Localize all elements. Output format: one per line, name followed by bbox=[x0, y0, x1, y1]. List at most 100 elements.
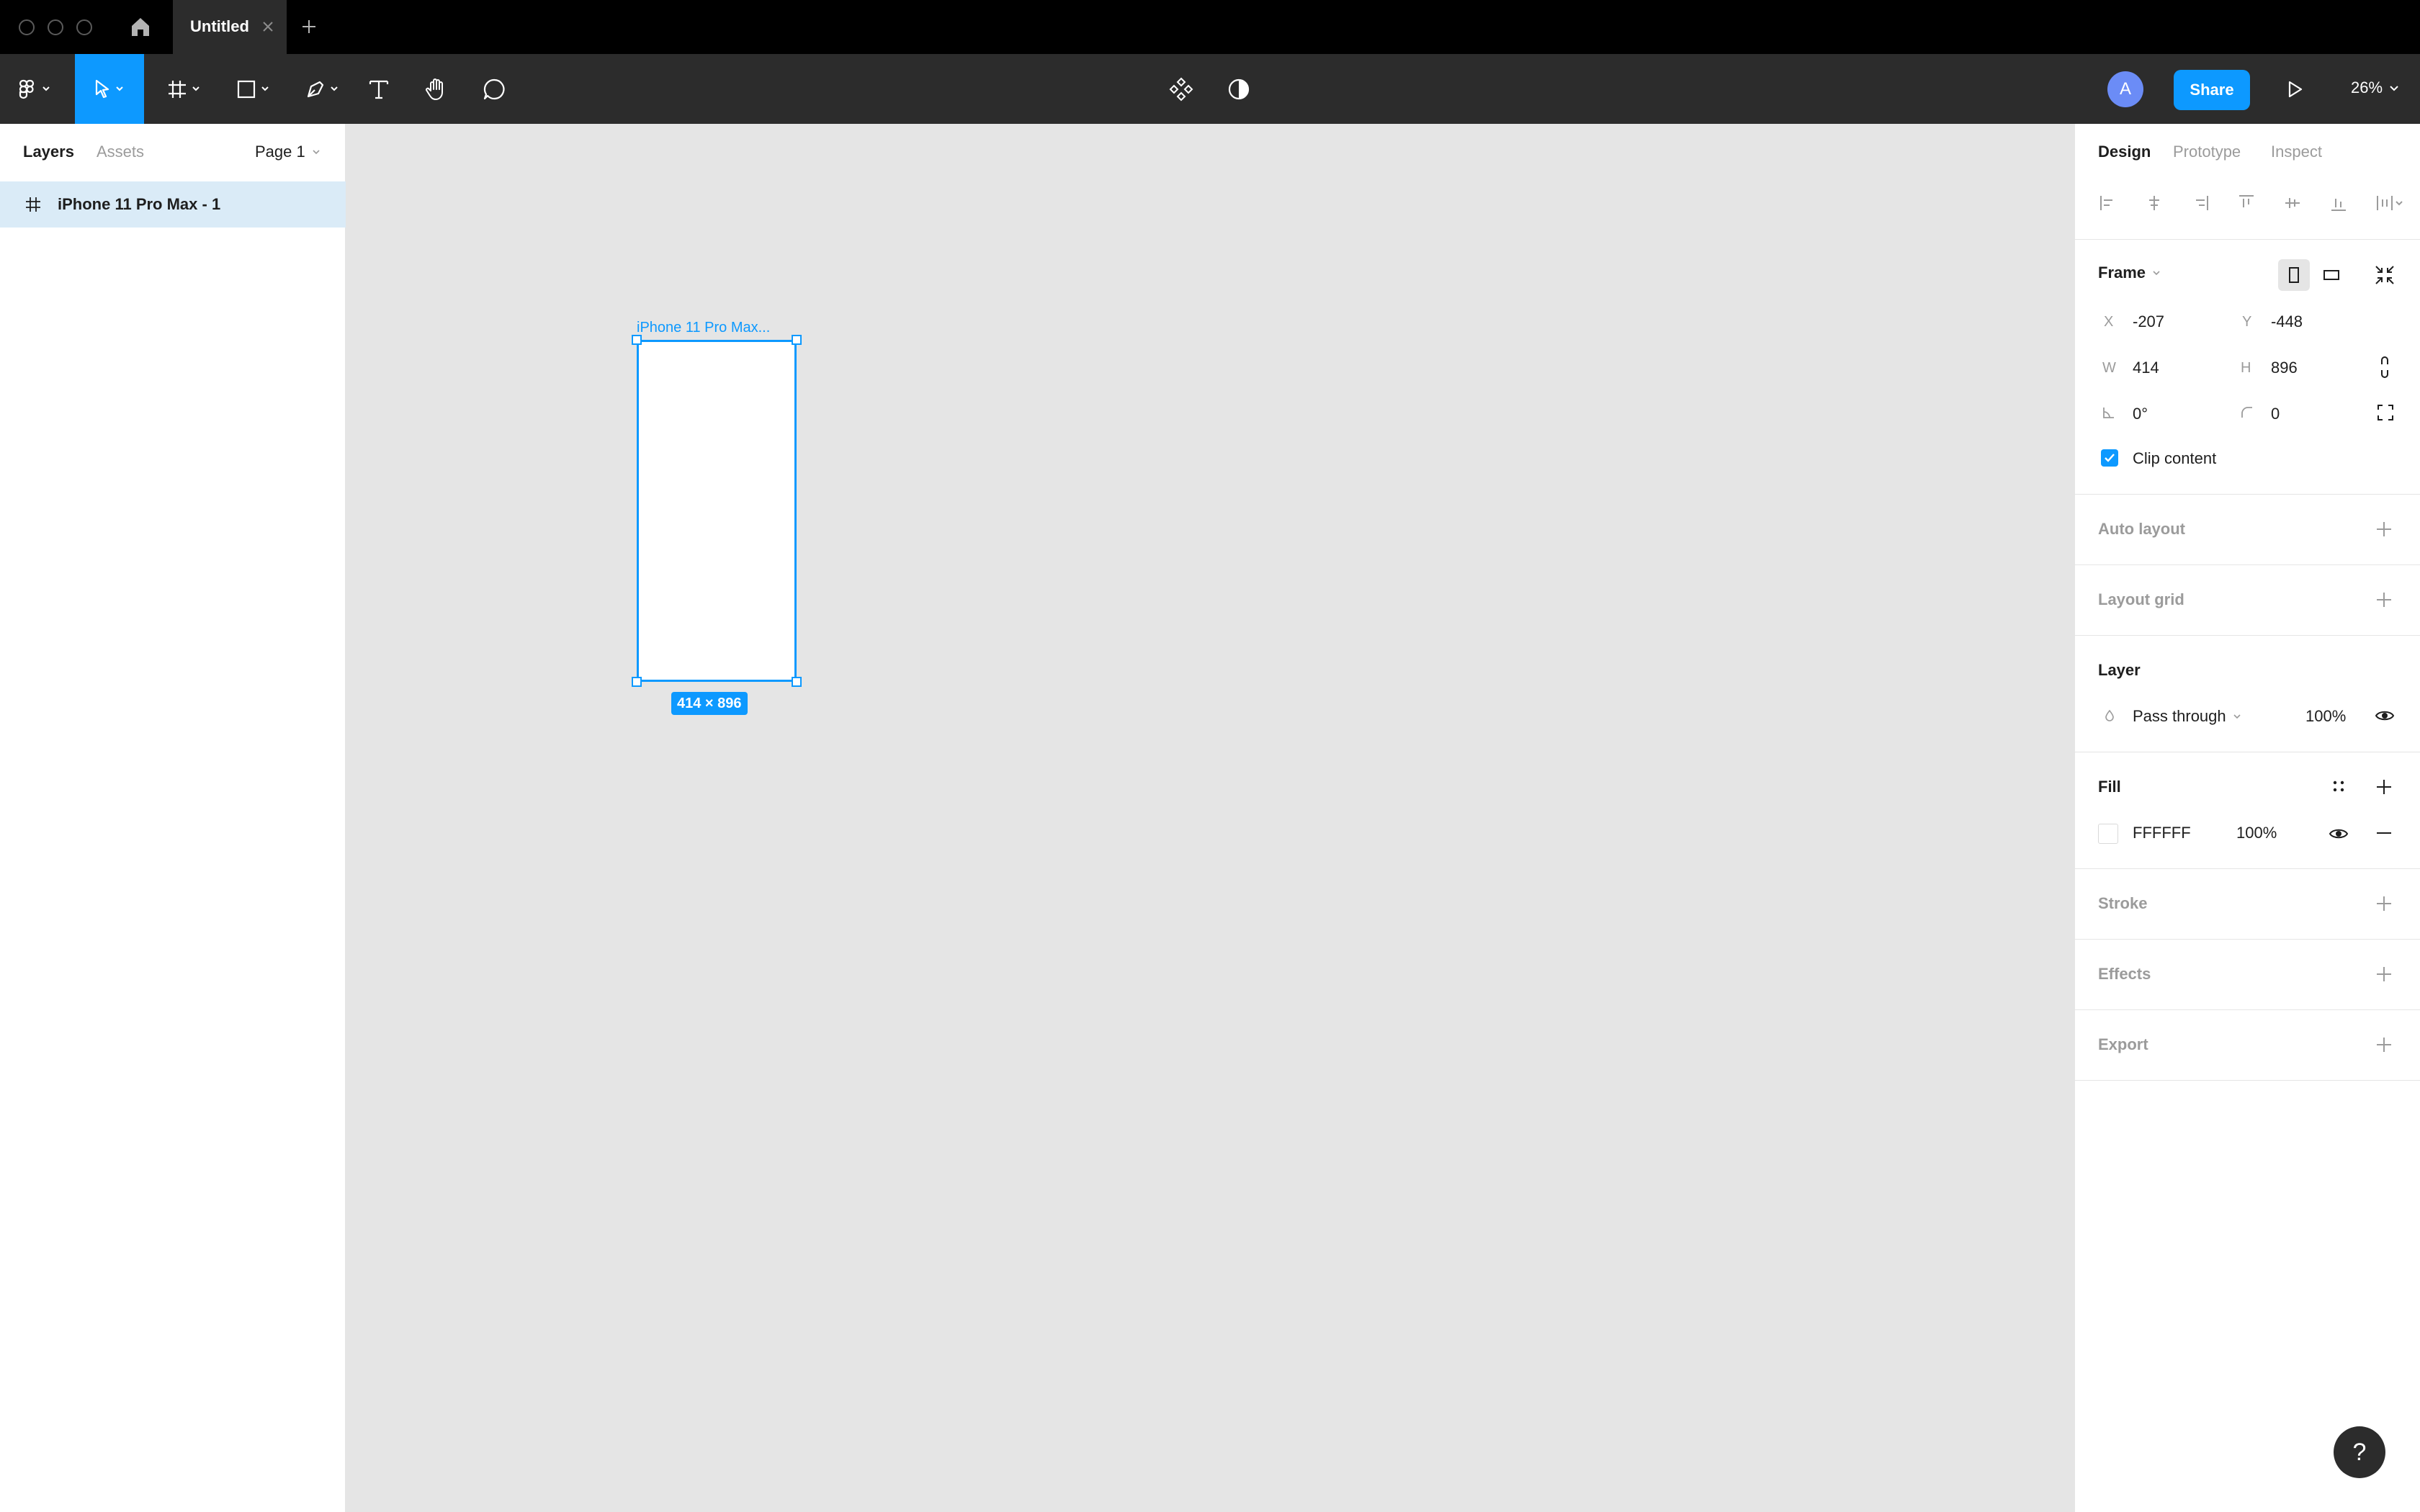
distribute-menu-icon[interactable] bbox=[2375, 193, 2406, 213]
plus-icon[interactable] bbox=[301, 19, 317, 35]
rotation-input[interactable]: 0° bbox=[2133, 405, 2148, 423]
rotation-icon bbox=[2103, 408, 2114, 418]
hand-tool-button[interactable] bbox=[421, 54, 452, 124]
style-grid-icon[interactable] bbox=[2330, 778, 2347, 795]
frame-tool-button[interactable] bbox=[156, 54, 213, 124]
pen-tool-button[interactable] bbox=[294, 54, 351, 124]
chevron-down-icon bbox=[313, 150, 320, 155]
y-input[interactable]: -448 bbox=[2271, 312, 2303, 331]
layer-opacity-input[interactable]: 100% bbox=[2305, 707, 2346, 726]
portrait-orientation-button[interactable] bbox=[2278, 259, 2310, 291]
toolbar: A Share 26% bbox=[0, 54, 2420, 124]
align-right-icon[interactable] bbox=[2190, 193, 2210, 213]
divider bbox=[2075, 564, 2420, 565]
align-bottom-icon[interactable] bbox=[2329, 193, 2349, 213]
align-top-icon[interactable] bbox=[2236, 193, 2257, 213]
divider bbox=[2075, 1009, 2420, 1010]
remove-fill-minus-icon[interactable] bbox=[2375, 824, 2393, 842]
blend-mode-dropdown[interactable]: Pass through bbox=[2133, 707, 2242, 726]
fill-opacity-input[interactable]: 100% bbox=[2236, 824, 2277, 842]
eye-icon[interactable] bbox=[2375, 706, 2395, 726]
align-vertical-center-icon[interactable] bbox=[2282, 193, 2303, 213]
landscape-icon[interactable] bbox=[2316, 259, 2347, 291]
divider bbox=[2075, 494, 2420, 495]
selected-frame[interactable] bbox=[637, 340, 797, 682]
tab-bar: Untitled bbox=[0, 0, 2420, 54]
frame-name-label[interactable]: iPhone 11 Pro Max... bbox=[637, 320, 788, 336]
chevron-down-icon bbox=[2233, 714, 2241, 719]
window-maximize-dot[interactable] bbox=[76, 19, 92, 35]
window-minimize-dot[interactable] bbox=[48, 19, 63, 35]
frame-preset-dropdown[interactable]: Frame bbox=[2098, 264, 2161, 282]
add-auto-layout-plus-icon[interactable] bbox=[2375, 520, 2393, 539]
add-layout-grid-plus-icon[interactable] bbox=[2375, 590, 2393, 609]
tab-inspect[interactable]: Inspect bbox=[2271, 143, 2322, 161]
frame-section-title: Frame bbox=[2098, 264, 2146, 282]
export-title: Export bbox=[2098, 1035, 2148, 1053]
align-horizontal-center-icon[interactable] bbox=[2144, 193, 2164, 213]
add-export-plus-icon[interactable] bbox=[2375, 1035, 2393, 1054]
height-input[interactable]: 896 bbox=[2271, 359, 2298, 377]
fill-section-title: Fill bbox=[2098, 778, 2121, 796]
resize-to-fit-icon[interactable] bbox=[2370, 261, 2399, 289]
x-label: X bbox=[2104, 314, 2114, 330]
align-left-icon[interactable] bbox=[2098, 193, 2118, 213]
move-tool-button[interactable] bbox=[75, 54, 144, 124]
add-effect-plus-icon[interactable] bbox=[2375, 965, 2393, 984]
layout-grid-title: Layout grid bbox=[2098, 590, 2184, 608]
present-play-icon[interactable] bbox=[2279, 54, 2311, 124]
eye-icon[interactable] bbox=[2329, 824, 2349, 844]
width-input[interactable]: 414 bbox=[2133, 359, 2159, 377]
document-tab-title: Untitled bbox=[190, 17, 249, 35]
fill-hex-input[interactable]: FFFFFF bbox=[2133, 824, 2191, 842]
home-icon[interactable] bbox=[128, 14, 153, 39]
tab-prototype[interactable]: Prototype bbox=[2173, 143, 2241, 161]
layer-row-frame[interactable]: iPhone 11 Pro Max - 1 bbox=[0, 181, 346, 228]
share-button[interactable]: Share bbox=[2174, 70, 2250, 110]
corner-radius-input[interactable]: 0 bbox=[2271, 405, 2280, 423]
x-input[interactable]: -207 bbox=[2133, 312, 2164, 331]
help-button[interactable]: ? bbox=[2334, 1426, 2385, 1478]
components-icon[interactable] bbox=[1165, 54, 1197, 124]
clip-content-checkbox[interactable] bbox=[2101, 449, 2118, 467]
close-icon[interactable] bbox=[261, 19, 275, 34]
document-tab[interactable]: Untitled bbox=[173, 0, 287, 54]
main-menu-button[interactable] bbox=[0, 54, 72, 124]
alignment-toolbar bbox=[2098, 193, 2403, 213]
y-label: Y bbox=[2242, 314, 2252, 330]
tab-assets[interactable]: Assets bbox=[97, 143, 144, 161]
resize-handle-top-left[interactable] bbox=[632, 335, 642, 345]
add-stroke-plus-icon[interactable] bbox=[2375, 894, 2393, 913]
tab-design[interactable]: Design bbox=[2098, 143, 2151, 161]
effects-title: Effects bbox=[2098, 965, 2151, 983]
constrain-proportions-icon[interactable] bbox=[2376, 354, 2393, 380]
window-close-dot[interactable] bbox=[19, 19, 35, 35]
add-fill-plus-icon[interactable] bbox=[2375, 778, 2393, 796]
avatar[interactable]: A bbox=[2107, 71, 2143, 107]
layer-section-title: Layer bbox=[2098, 661, 2141, 679]
page-label: Page 1 bbox=[255, 143, 305, 161]
divider bbox=[2075, 239, 2420, 240]
resize-handle-top-right[interactable] bbox=[792, 335, 802, 345]
contrast-icon[interactable] bbox=[1223, 54, 1255, 124]
page-selector[interactable]: Page 1 bbox=[255, 143, 321, 161]
text-tool-button[interactable] bbox=[363, 54, 395, 124]
frame-icon bbox=[24, 196, 42, 217]
independent-corners-icon[interactable] bbox=[2376, 403, 2395, 422]
resize-handle-bottom-left[interactable] bbox=[632, 677, 642, 687]
stroke-title: Stroke bbox=[2098, 894, 2148, 912]
divider bbox=[2075, 1080, 2420, 1081]
divider bbox=[2075, 939, 2420, 940]
fill-color-swatch[interactable] bbox=[2098, 824, 2118, 844]
chevron-down-icon bbox=[2153, 271, 2160, 276]
comment-tool-button[interactable] bbox=[478, 54, 510, 124]
zoom-menu[interactable]: 26% bbox=[2351, 78, 2400, 97]
canvas[interactable]: iPhone 11 Pro Max... 414 × 896 bbox=[346, 124, 2074, 1512]
layer-name: iPhone 11 Pro Max - 1 bbox=[58, 195, 221, 213]
clip-content-label[interactable]: Clip content bbox=[2133, 449, 2216, 468]
tab-layers[interactable]: Layers bbox=[23, 143, 74, 161]
size-badge: 414 × 896 bbox=[671, 692, 748, 715]
resize-handle-bottom-right[interactable] bbox=[792, 677, 802, 687]
blend-mode-value: Pass through bbox=[2133, 707, 2226, 725]
shape-tool-button[interactable] bbox=[225, 54, 282, 124]
